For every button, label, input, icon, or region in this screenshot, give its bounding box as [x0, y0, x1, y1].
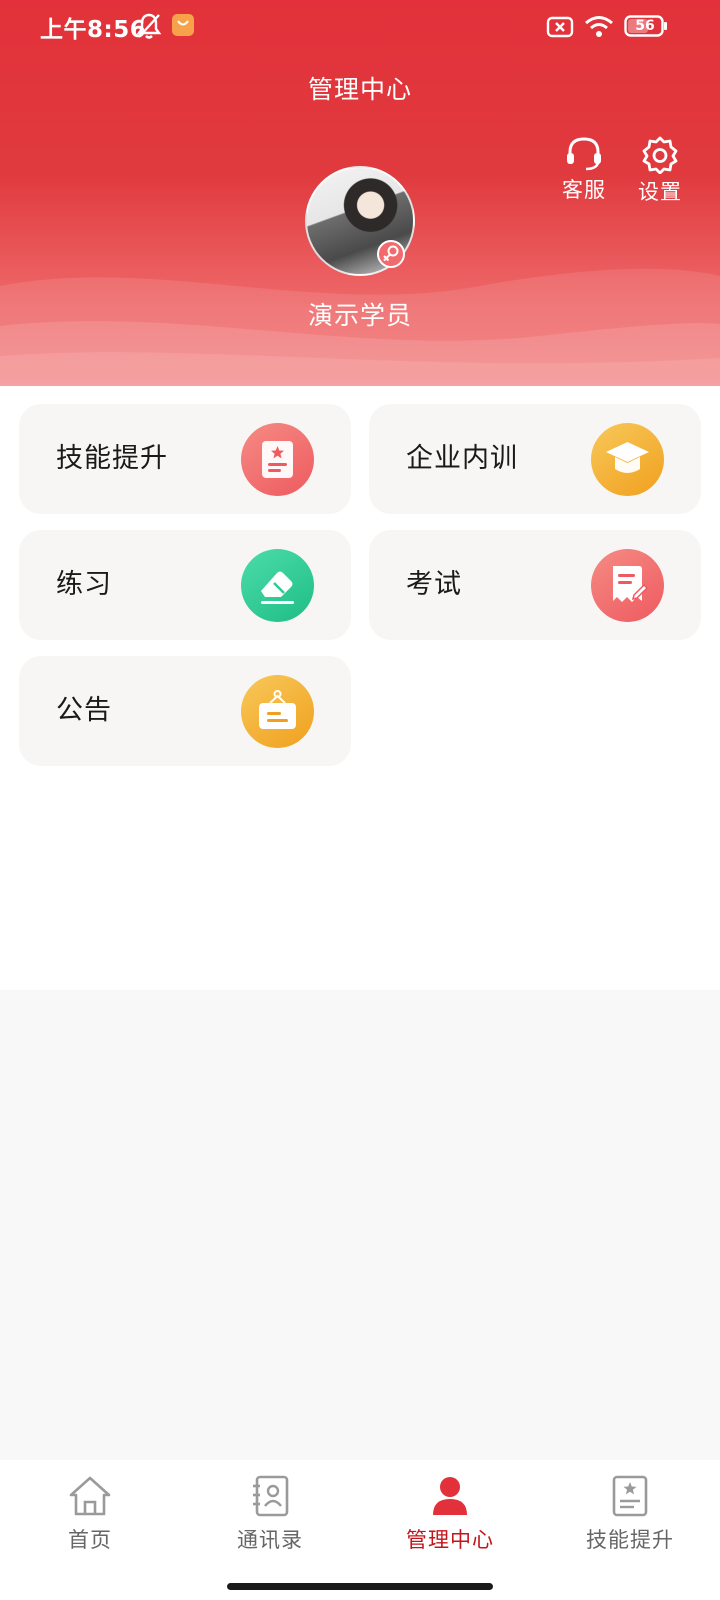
menu-card-exam[interactable]: 考试: [369, 530, 701, 640]
customer-service-label: 客服: [562, 178, 606, 202]
bell-muted-icon: [136, 13, 162, 39]
settings-label: 设置: [638, 180, 682, 204]
menu-card-label: 公告: [56, 695, 112, 726]
sim-missing-icon: [546, 16, 574, 38]
settings-button[interactable]: 设置: [625, 136, 695, 206]
menu-card-label: 技能提升: [56, 443, 168, 474]
menu-card-enterprise-training[interactable]: 企业内训: [369, 404, 701, 514]
tab-label: 首页: [68, 1528, 112, 1552]
bottom-tab-bar: 首页 通讯录 管理中心 技能提升: [0, 1460, 720, 1600]
menu-card-label: 考试: [406, 569, 462, 600]
tab-management-center[interactable]: 管理中心: [360, 1474, 540, 1554]
skill-book-icon: [241, 423, 314, 496]
female-icon: [377, 240, 405, 268]
menu-card-label: 练习: [56, 569, 112, 600]
status-bar: 上午8:56 56: [0, 0, 720, 56]
menu-card-notice[interactable]: 公告: [19, 656, 351, 766]
battery-level: 56: [635, 18, 655, 34]
menu-card-skill-upgrade[interactable]: 技能提升: [19, 404, 351, 514]
notice-board-icon: [241, 675, 314, 748]
graduation-cap-icon: [591, 423, 664, 496]
exam-paper-icon: [591, 549, 664, 622]
user-name: 演示学员: [307, 301, 412, 330]
tab-skill-upgrade[interactable]: 技能提升: [540, 1474, 720, 1554]
page-title: 管理中心: [307, 75, 412, 104]
header: 上午8:56 56 管理中心 客服 设置 演示学员: [0, 0, 720, 386]
tab-home[interactable]: 首页: [0, 1474, 180, 1554]
customer-service-button[interactable]: 客服: [549, 136, 619, 204]
wifi-icon: [585, 16, 613, 37]
skill-book-icon: [612, 1475, 648, 1517]
tab-label: 通讯录: [237, 1528, 303, 1552]
contacts-icon: [253, 1475, 289, 1517]
headset-icon: [567, 137, 601, 171]
person-icon: [433, 1477, 467, 1515]
home-icon: [69, 1476, 111, 1516]
home-indicator: [227, 1583, 493, 1590]
tab-label: 管理中心: [406, 1528, 494, 1552]
tab-contacts[interactable]: 通讯录: [180, 1474, 360, 1554]
menu-card-practice[interactable]: 练习: [19, 530, 351, 640]
status-time: 上午8:56: [40, 17, 147, 43]
tab-label: 技能提升: [586, 1528, 674, 1552]
app-notification-icon: [172, 14, 194, 36]
eraser-icon: [241, 549, 314, 622]
menu-grid: 技能提升 企业内训 练习 考试 公告: [0, 386, 720, 990]
gear-icon: [642, 136, 678, 174]
menu-card-label: 企业内训: [406, 443, 518, 474]
